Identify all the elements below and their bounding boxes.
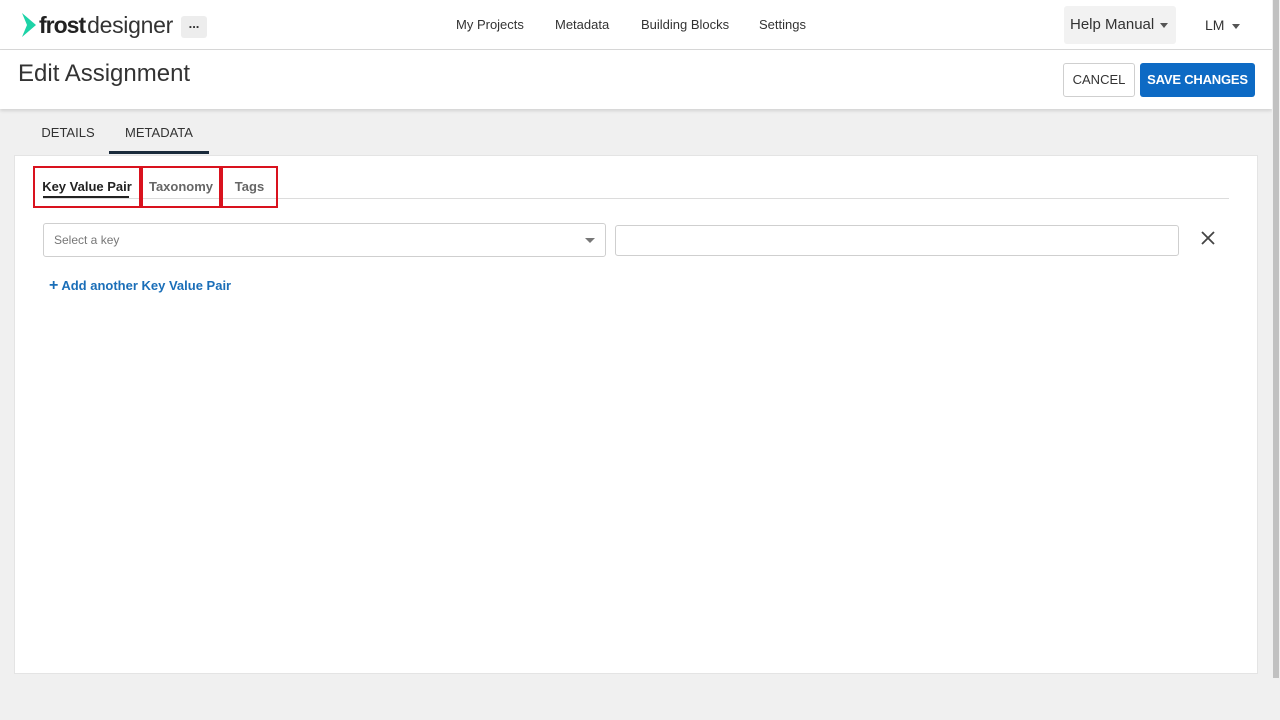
scrollbar-thumb[interactable] bbox=[1273, 0, 1279, 678]
logo-chevron-icon bbox=[22, 13, 36, 37]
active-tab-underline bbox=[43, 196, 129, 198]
key-select[interactable]: Select a key bbox=[43, 223, 606, 257]
cancel-button[interactable]: CANCEL bbox=[1063, 63, 1135, 97]
add-key-value-pair-link[interactable]: + Add another Key Value Pair bbox=[49, 276, 231, 296]
caret-down-icon bbox=[1160, 22, 1169, 28]
user-initials: LM bbox=[1205, 17, 1225, 33]
help-manual-label: Help Manual bbox=[1070, 16, 1155, 33]
close-icon[interactable] bbox=[1200, 230, 1216, 250]
tab-metadata[interactable]: METADATA bbox=[109, 113, 209, 154]
metadata-panel: Key Value Pair Taxonomy Tags Select a ke… bbox=[14, 155, 1258, 674]
save-changes-button[interactable]: SAVE CHANGES bbox=[1140, 63, 1255, 97]
user-menu[interactable]: LM bbox=[1205, 0, 1241, 50]
subtab-key-value-pair[interactable]: Key Value Pair bbox=[33, 166, 141, 208]
nav-building-blocks[interactable]: Building Blocks bbox=[641, 0, 729, 50]
value-input[interactable] bbox=[615, 225, 1179, 256]
page-scrollbar[interactable] bbox=[1272, 0, 1280, 720]
key-select-placeholder: Select a key bbox=[54, 233, 120, 247]
page-title: Edit Assignment bbox=[18, 60, 191, 87]
add-pair-label: Add another Key Value Pair bbox=[61, 278, 232, 293]
page-header: Edit Assignment CANCEL SAVE CHANGES bbox=[0, 50, 1272, 109]
top-navbar: frost designer ... My Projects Metadata … bbox=[0, 0, 1272, 50]
subtab-label: Key Value Pair bbox=[42, 179, 132, 194]
subtab-taxonomy[interactable]: Taxonomy bbox=[141, 166, 221, 208]
nav-my-projects[interactable]: My Projects bbox=[456, 0, 524, 50]
tab-details[interactable]: DETAILS bbox=[28, 113, 108, 154]
brand-bold: frost bbox=[39, 11, 86, 38]
caret-down-icon bbox=[1232, 23, 1241, 29]
subtab-tags[interactable]: Tags bbox=[221, 166, 278, 208]
subtab-label: Taxonomy bbox=[148, 179, 214, 194]
help-manual-dropdown[interactable]: Help Manual bbox=[1064, 6, 1176, 44]
dropdown-arrow-icon bbox=[585, 238, 595, 243]
nav-metadata[interactable]: Metadata bbox=[555, 0, 609, 50]
subtab-label: Tags bbox=[234, 179, 265, 194]
frost-designer-logo[interactable]: frost designer bbox=[21, 11, 173, 39]
plus-icon: + bbox=[49, 277, 59, 294]
more-options-button[interactable]: ... bbox=[181, 16, 207, 38]
brand-light: designer bbox=[87, 11, 173, 38]
nav-settings[interactable]: Settings bbox=[759, 0, 806, 50]
